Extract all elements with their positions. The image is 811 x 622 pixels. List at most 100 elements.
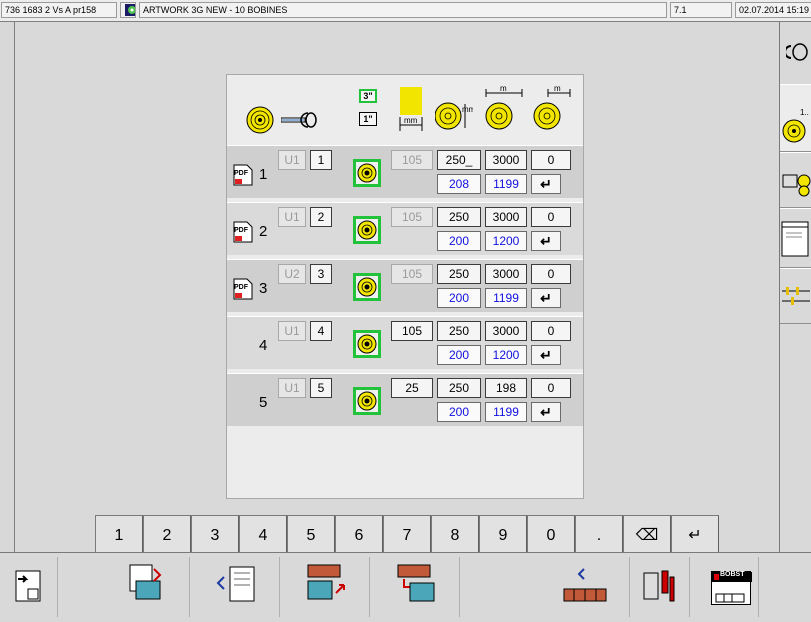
row-enter-button[interactable]: ↵	[531, 345, 561, 365]
rewind-settings-button[interactable]: 1..	[780, 84, 811, 152]
pdf-icon[interactable]: PDF	[233, 278, 253, 300]
reel-view-icon[interactable]	[784, 42, 811, 67]
bobst-button[interactable]: BOBST	[703, 557, 759, 617]
web-width-field[interactable]: 105	[391, 264, 433, 284]
bobst-logo-label: BOBST	[720, 571, 745, 578]
layout-view-button[interactable]	[540, 557, 630, 617]
actual-diameter-field: 200	[437, 402, 481, 422]
length-field[interactable]: 3000	[485, 207, 527, 227]
job-transfer-button[interactable]	[100, 557, 190, 617]
unit-field[interactable]: U1	[278, 321, 306, 341]
title-bar: 736 1683 2 Vs A pr158 ARTWORK 3G NEW - 1…	[0, 0, 811, 22]
pdf-icon-label: PDF	[234, 170, 248, 177]
web-width-field[interactable]: 105	[391, 321, 433, 341]
row-enter-button[interactable]: ↵	[531, 288, 561, 308]
keypad-key[interactable]: 9	[479, 515, 527, 557]
reel-row: 5 U1 5 25 250 198 0 200 1199 ↵	[227, 373, 583, 426]
core-3in-icon: 3"	[359, 89, 377, 103]
cutter-setup-button[interactable]	[780, 268, 811, 324]
svg-text:m: m	[554, 85, 561, 93]
count-field[interactable]: 0	[531, 264, 571, 284]
length-field[interactable]: 198	[485, 378, 527, 398]
diameter-icon: mm	[434, 101, 476, 136]
keypad-key[interactable]: 5	[287, 515, 335, 557]
reel-row: PDF 2 U1 2 105 250 3000 0 200 1200 ↵	[227, 202, 583, 255]
keypad-key[interactable]: 4	[239, 515, 287, 557]
row-enter-button[interactable]: ↵	[531, 402, 561, 422]
row-number: 2	[259, 223, 268, 240]
keypad-key[interactable]: 2	[143, 515, 191, 557]
diameter-field[interactable]: 250_	[437, 150, 481, 170]
length-icon: m	[482, 84, 526, 136]
count-field[interactable]: 0	[531, 321, 571, 341]
row-number: 1	[259, 166, 268, 183]
position-field[interactable]: 1	[310, 150, 332, 170]
keypad-key[interactable]: 7	[383, 515, 431, 557]
actual-diameter-field: 208	[437, 174, 481, 194]
main-area: 3" 1" mm mm m m PDF 1 U1 1 105 250_ 3000 0 208 11…	[14, 22, 779, 557]
camera-reel-button[interactable]	[780, 152, 811, 208]
pdf-icon[interactable]: PDF	[233, 221, 253, 243]
reel-row: PDF 3 U2 3 105 250 3000 0 200 1199 ↵	[227, 259, 583, 312]
position-field[interactable]: 5	[310, 378, 332, 398]
web-width-field[interactable]: 105	[391, 150, 433, 170]
exit-button[interactable]	[0, 557, 58, 617]
keypad-key[interactable]: 8	[431, 515, 479, 557]
diameter-field[interactable]: 250	[437, 378, 481, 398]
unit-field[interactable]: U1	[278, 207, 306, 227]
keypad-key[interactable]: 1	[95, 515, 143, 557]
tools-button[interactable]	[630, 557, 690, 617]
datetime-label: 02.07.2014 15:19	[735, 2, 811, 18]
keypad-key[interactable]: 3	[191, 515, 239, 557]
keypad-key[interactable]: 0	[527, 515, 575, 557]
position-field[interactable]: 2	[310, 207, 332, 227]
import-button[interactable]	[370, 557, 460, 617]
unit-field[interactable]: U2	[278, 264, 306, 284]
keypad-key[interactable]: ↵	[671, 515, 719, 557]
length-field[interactable]: 3000	[485, 321, 527, 341]
diameter-field[interactable]: 250	[437, 321, 481, 341]
bottom-toolbar: BOBST	[0, 552, 811, 618]
job-list-button[interactable]	[190, 557, 280, 617]
shaft-icon	[280, 110, 317, 135]
pdf-icon-label: PDF	[234, 227, 248, 234]
count-field[interactable]: 0	[531, 378, 571, 398]
core-select-button[interactable]	[353, 387, 381, 415]
unit-field[interactable]: U1	[278, 378, 306, 398]
diameter-field[interactable]: 250	[437, 207, 481, 227]
pdf-icon[interactable]: PDF	[233, 164, 253, 186]
diameter-field[interactable]: 250	[437, 264, 481, 284]
export-button[interactable]	[280, 557, 370, 617]
core-select-button[interactable]	[353, 273, 381, 301]
actual-length-field: 1200	[485, 345, 527, 365]
document-button[interactable]	[780, 208, 811, 268]
core-select-button[interactable]	[353, 216, 381, 244]
length-count-icon: m	[530, 84, 574, 136]
row-number: 3	[259, 280, 268, 297]
keypad-key[interactable]: ⌫	[623, 515, 671, 557]
pdf-icon-label: PDF	[234, 284, 248, 291]
web-width-field[interactable]: 25	[391, 378, 433, 398]
row-enter-button[interactable]: ↵	[531, 174, 561, 194]
core-select-button[interactable]	[353, 330, 381, 358]
app-icon	[120, 2, 136, 18]
right-tool-panel: 1..	[779, 22, 811, 552]
length-field[interactable]: 3000	[485, 264, 527, 284]
length-field[interactable]: 3000	[485, 150, 527, 170]
core-1in-icon: 1"	[359, 112, 377, 126]
count-field[interactable]: 0	[531, 207, 571, 227]
core-select-button[interactable]	[353, 159, 381, 187]
position-field[interactable]: 4	[310, 321, 332, 341]
row-enter-button[interactable]: ↵	[531, 231, 561, 251]
count-field[interactable]: 0	[531, 150, 571, 170]
web-width-field[interactable]: 105	[391, 207, 433, 227]
keypad-key[interactable]: .	[575, 515, 623, 557]
unit-field[interactable]: U1	[278, 150, 306, 170]
job-id-label: 736 1683 2 Vs A pr158	[1, 2, 117, 18]
app-title: ARTWORK 3G NEW - 10 BOBINES	[139, 2, 667, 18]
position-field[interactable]: 3	[310, 264, 332, 284]
actual-length-field: 1199	[485, 288, 527, 308]
actual-diameter-field: 200	[437, 345, 481, 365]
keypad-key[interactable]: 6	[335, 515, 383, 557]
row-number: 4	[259, 337, 268, 354]
